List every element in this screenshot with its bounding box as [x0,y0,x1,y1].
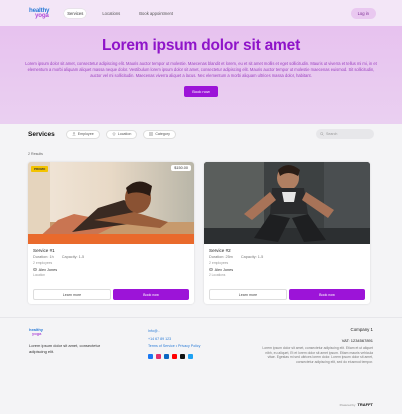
x-icon[interactable] [180,353,185,359]
search-icon [320,132,324,136]
top-navigation-bar: healthy yoga Services Locations Book app… [0,0,402,26]
category-filter[interactable]: Category [143,129,176,139]
search-input[interactable]: Search [316,129,374,139]
login-button[interactable]: Log in [350,7,376,19]
main-nav: Services Locations Book appointment [64,8,176,18]
service-duration: Duration: 25m [209,255,233,259]
service-capacity: Capacity: 1-5 [61,255,85,259]
provider: Alex Jones [33,268,189,272]
social-links [148,353,200,359]
learn-more-button[interactable]: Learn more [33,289,111,300]
logo-line-2: yoga [35,12,49,19]
workout-photo [204,162,370,244]
company-info: Company 1 VAT: 1234567891 Lorem ipsum do… [261,327,373,364]
footer-email[interactable]: Info@.. [148,328,200,336]
hero-section: Lorem ipsum dolor sit amet Lorem ipsum d… [0,26,402,124]
search-placeholder: Search [326,132,338,136]
learn-more-button[interactable]: Learn more [209,289,287,300]
nav-locations[interactable]: Locations [99,9,123,18]
location-filter[interactable]: Location [105,129,138,139]
service-meta: Duration: 25m Capacity: 1-5 [209,255,365,259]
service-employees: 2 employees [209,260,229,265]
service-meta: Duration: 1h Capacity: 1-5 [33,255,189,259]
footer-contact: Info@.. +14 67 89 123 Terms of Service •… [148,328,200,359]
footer-phone[interactable]: +14 67 89 123 [148,336,200,344]
instagram-icon[interactable] [156,353,161,359]
service-name: Service #1 [33,248,55,253]
nav-book-appointment[interactable]: Book appointment [136,9,176,18]
provider: Alex Jones [209,268,365,272]
employee-filter-label: Employee [77,132,94,136]
powered-by[interactable]: Powered by TRAFFT [340,402,373,407]
service-name: Service #2 [209,248,231,253]
trafft-logo: TRAFFT [357,402,373,407]
services-heading: Services [28,130,55,138]
avatar [209,267,213,272]
services-filter-bar: Services Employee Location Category Sear… [28,128,374,140]
user-icon [72,132,76,136]
footer-logo-line-2: yoga [32,330,42,336]
results-count: 2 Results [28,152,43,156]
service-location: Location [33,273,46,277]
promo-badge: PROMO [31,166,49,172]
provider-name: Alex Jones [38,267,58,272]
book-now-button[interactable]: Book now [113,289,189,300]
card-actions: Learn more Book now [33,289,189,300]
service-location: 2 Locations [209,273,226,277]
company-vat: VAT: 1234567891 [341,338,373,343]
location-filter-label: Location [117,132,132,136]
provider-name: Alex Jones [214,267,234,272]
company-address: Lorem ipsum dolor sit amet, consectetur … [262,346,373,364]
service-employees: 2 employees [33,260,53,265]
yoga-photo [28,162,194,244]
category-filter-label: Category [155,132,170,136]
price-tag: $150.00 [171,165,191,171]
service-image: PROMO $150.00 [28,162,194,244]
service-image [204,162,370,244]
footer-legal-links[interactable]: Terms of Service • Privacy Policy [148,343,200,351]
footer-logo: healthy yoga [29,328,43,335]
nav-services[interactable]: Services [64,8,87,18]
powered-by-label: Powered by [339,402,356,407]
service-card[interactable]: Service #2 Duration: 25m Capacity: 1-5 2… [204,162,370,304]
category-grid-icon [149,132,153,136]
book-now-button[interactable]: Book now [289,289,365,300]
card-actions: Learn more Book now [209,289,365,300]
twitter-icon[interactable] [188,353,193,359]
linkedin-icon[interactable] [164,353,169,359]
page-footer: healthy yoga Lorem ipsum dolor sit amet,… [0,317,402,414]
hero-title: Lorem ipsum dolor sit amet [101,37,301,54]
employee-filter[interactable]: Employee [65,129,100,139]
healthy-yoga-logo[interactable]: healthy yoga [29,7,49,19]
avatar [33,267,37,272]
hero-text: Lorem ipsum dolor sit amet, consectetur … [25,61,377,79]
service-capacity: Capacity: 1-5 [240,255,264,259]
facebook-icon[interactable] [148,353,153,359]
card-body: Service #1 Duration: 1h Capacity: 1-5 2 … [28,244,194,277]
company-name: Company 1 [350,327,373,332]
card-body: Service #2 Duration: 25m Capacity: 1-5 2… [204,244,370,277]
hero-book-now-button[interactable]: Book now [184,86,218,98]
service-card[interactable]: PROMO $150.00 Service #1 Duration: 1h Ca… [28,162,194,304]
service-duration: Duration: 1h [33,255,54,259]
youtube-icon[interactable] [172,353,177,359]
location-pin-icon [112,132,116,136]
footer-tagline: Lorem ipsum dolor sit amet, consectetur … [29,343,101,354]
